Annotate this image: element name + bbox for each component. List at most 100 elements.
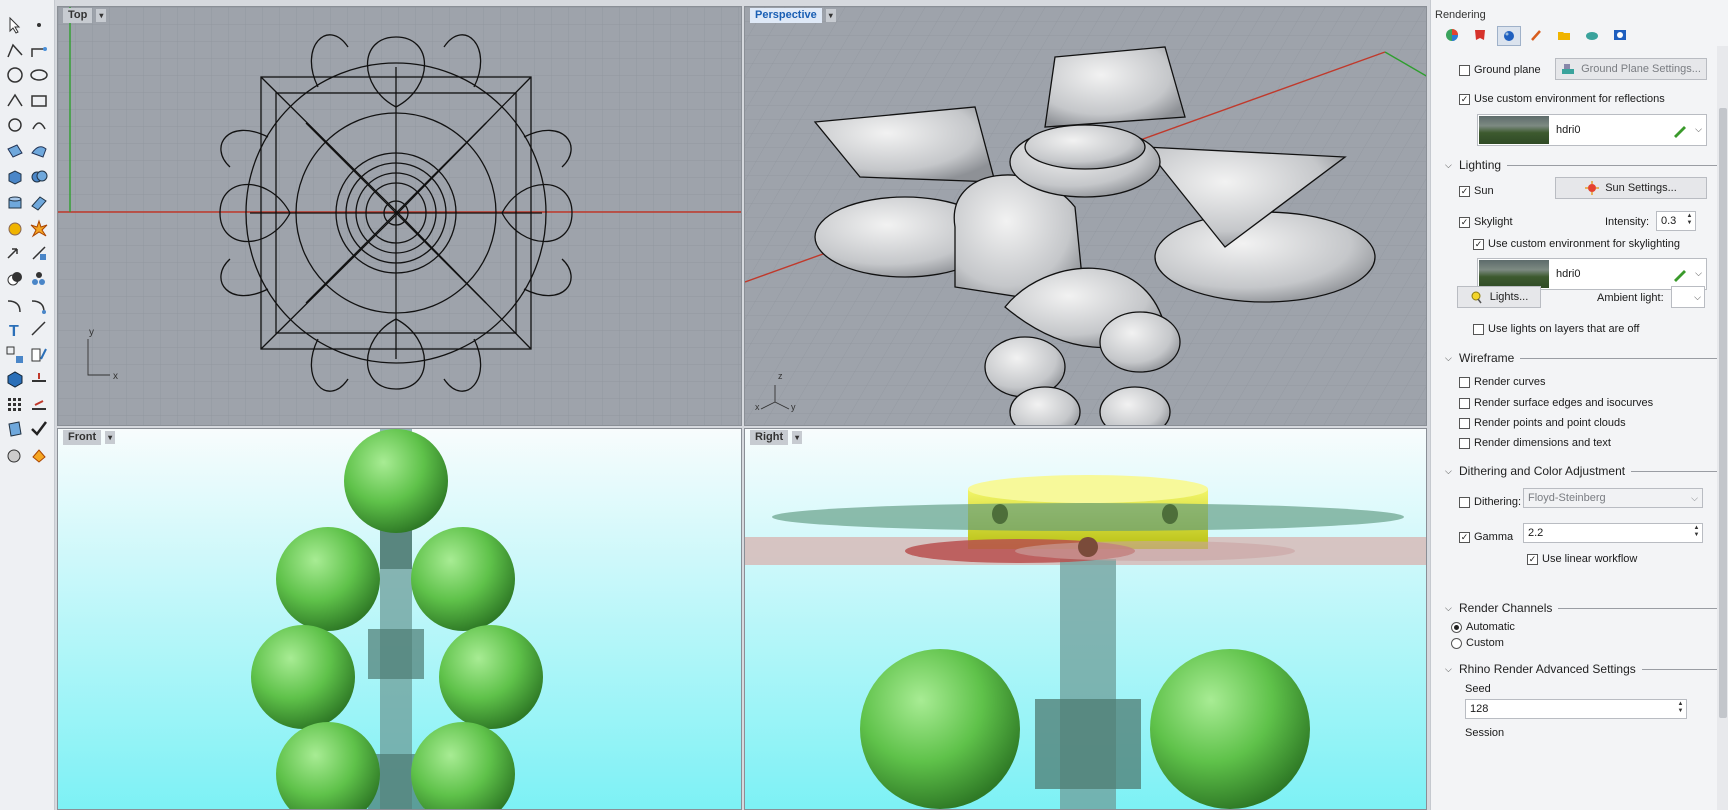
chevron-down-icon[interactable]: ⌵ — [1695, 124, 1702, 135]
sphere-icon[interactable] — [28, 166, 50, 188]
material-icon[interactable] — [1469, 26, 1491, 44]
copy-icon[interactable] — [28, 242, 50, 264]
ruler-icon[interactable] — [28, 368, 50, 390]
chevron-down-icon[interactable]: ▾ — [792, 431, 803, 444]
text-icon[interactable]: T — [4, 318, 26, 340]
wireframe-section-header[interactable]: ⌵ Wireframe — [1445, 351, 1717, 365]
dithering-section-header[interactable]: ⌵ Dithering and Color Adjustment — [1445, 464, 1717, 478]
spinner-icon[interactable]: ▲ ▼ — [1685, 213, 1694, 229]
sun-checkbox[interactable]: ✓ — [1459, 185, 1470, 197]
block-icon[interactable] — [4, 368, 26, 390]
sun-settings-button[interactable]: Sun Settings... — [1555, 177, 1707, 199]
pencil-icon[interactable] — [1672, 122, 1688, 138]
ambient-light-color-picker[interactable]: ⌵ — [1671, 286, 1705, 308]
viewport-tab-front[interactable]: Front ▾ — [59, 430, 119, 445]
ground-plane-checkbox[interactable] — [1459, 64, 1470, 76]
advanced-settings-section-header[interactable]: ⌵ Rhino Render Advanced Settings — [1445, 662, 1717, 676]
mesh-icon[interactable] — [28, 192, 50, 214]
render-dimensions-checkbox[interactable] — [1459, 437, 1470, 449]
chevron-down-icon[interactable]: ⌵ — [1695, 268, 1702, 279]
spinner-icon[interactable]: ▲ ▼ — [1692, 525, 1701, 541]
grid-icon[interactable] — [4, 394, 26, 416]
layer-icon[interactable] — [28, 394, 50, 416]
render-channels-section-header[interactable]: ⌵ Render Channels — [1445, 601, 1717, 615]
box-icon[interactable] — [4, 166, 26, 188]
custom-radio-row: Custom — [1451, 637, 1504, 649]
environment-picker-reflections[interactable]: hdri0 ⌵ — [1477, 114, 1707, 146]
surface-icon[interactable] — [4, 140, 26, 162]
gamma-checkbox[interactable]: ✓ — [1459, 531, 1470, 543]
viewport-tab-right[interactable]: Right ▾ — [746, 430, 806, 445]
boolean-icon[interactable] — [4, 268, 26, 290]
dimension-icon[interactable] — [28, 318, 50, 340]
top-view-drawing: y x — [58, 7, 741, 425]
paint-icon[interactable] — [28, 444, 50, 466]
axis-label-z: z — [778, 371, 783, 381]
custom-env-skylighting-checkbox[interactable]: ✓ — [1473, 238, 1484, 250]
chamfer-icon[interactable] — [28, 294, 50, 316]
brush-icon[interactable] — [1525, 26, 1547, 44]
point-icon[interactable] — [28, 14, 50, 36]
panel-scrollbar[interactable] — [1717, 46, 1728, 810]
fillet-icon[interactable] — [4, 294, 26, 316]
move-icon[interactable] — [4, 242, 26, 264]
automatic-radio[interactable] — [1451, 621, 1462, 633]
spinner-icon[interactable]: ▲ ▼ — [1676, 701, 1685, 717]
render-object-icon[interactable] — [4, 418, 26, 440]
intensity-input[interactable]: 0.3 ▲ ▼ — [1656, 211, 1696, 231]
check-icon[interactable] — [28, 418, 50, 440]
viewport-tab-perspective[interactable]: Perspective ▾ — [746, 8, 840, 23]
chevron-down-icon[interactable]: ▾ — [105, 431, 116, 444]
curve-icon[interactable] — [28, 40, 50, 62]
scrollbar-thumb[interactable] — [1719, 108, 1727, 718]
dithering-checkbox[interactable] — [1459, 496, 1470, 508]
lights-button[interactable]: Lights... — [1457, 286, 1541, 308]
folder-icon[interactable] — [1553, 26, 1575, 44]
offset-curve-icon[interactable] — [28, 114, 50, 136]
help-icon[interactable] — [1609, 26, 1631, 44]
right-viewport[interactable]: Right ▾ — [744, 428, 1427, 810]
panel-tab-strip — [1431, 24, 1728, 46]
dithering-select[interactable]: Floyd-Steinberg ⌵ — [1523, 488, 1703, 508]
chevron-down-icon[interactable]: ▾ — [825, 9, 836, 22]
cylinder-icon[interactable] — [4, 192, 26, 214]
custom-env-skylighting-row: ✓ Use custom environment for skylighting — [1473, 238, 1680, 250]
ground-plane-settings-button[interactable]: Ground Plane Settings... — [1555, 58, 1707, 80]
top-viewport[interactable]: Top ▾ y x — [57, 6, 742, 426]
seed-input[interactable]: 128 ▲ ▼ — [1465, 699, 1687, 719]
pencil-icon[interactable] — [1672, 266, 1688, 282]
viewport-tab-top[interactable]: Top ▾ — [59, 8, 110, 23]
polyline-icon[interactable] — [4, 40, 26, 62]
circle-icon[interactable] — [4, 64, 26, 86]
sun-icon — [1585, 181, 1600, 195]
render-points-checkbox[interactable] — [1459, 417, 1470, 429]
render-icon[interactable] — [1497, 26, 1521, 46]
skylight-checkbox[interactable]: ✓ — [1459, 216, 1470, 228]
lights-on-layers-off-checkbox[interactable] — [1473, 323, 1484, 335]
front-viewport[interactable]: Front ▾ — [57, 428, 742, 810]
rectangle-icon[interactable] — [28, 90, 50, 112]
arc-icon[interactable] — [4, 90, 26, 112]
perspective-viewport[interactable]: Perspective ▾ z x y — [744, 6, 1427, 426]
ground-icon[interactable] — [1581, 26, 1603, 44]
array-icon[interactable] — [4, 344, 26, 366]
select-arrow-icon[interactable] — [4, 14, 26, 36]
custom-env-reflections-checkbox[interactable]: ✓ — [1459, 93, 1470, 105]
surface-edit-icon[interactable] — [28, 140, 50, 162]
transform-icon[interactable] — [4, 218, 26, 240]
shade-icon[interactable] — [4, 444, 26, 466]
custom-radio[interactable] — [1451, 637, 1462, 649]
chevron-down-icon[interactable]: ▾ — [96, 9, 107, 22]
environment-icon[interactable] — [1441, 26, 1463, 44]
group-icon[interactable] — [28, 268, 50, 290]
analyze-icon[interactable] — [28, 344, 50, 366]
lights-on-layers-off-row: Use lights on layers that are off — [1473, 323, 1639, 335]
render-curves-checkbox[interactable] — [1459, 376, 1470, 388]
polygon-icon[interactable] — [4, 114, 26, 136]
linear-workflow-checkbox[interactable]: ✓ — [1527, 553, 1538, 565]
explode-icon[interactable] — [28, 218, 50, 240]
ellipse-icon[interactable] — [28, 64, 50, 86]
gamma-input[interactable]: 2.2 ▲ ▼ — [1523, 523, 1703, 543]
render-surface-edges-checkbox[interactable] — [1459, 397, 1470, 409]
lighting-section-header[interactable]: ⌵ Lighting — [1445, 158, 1717, 172]
